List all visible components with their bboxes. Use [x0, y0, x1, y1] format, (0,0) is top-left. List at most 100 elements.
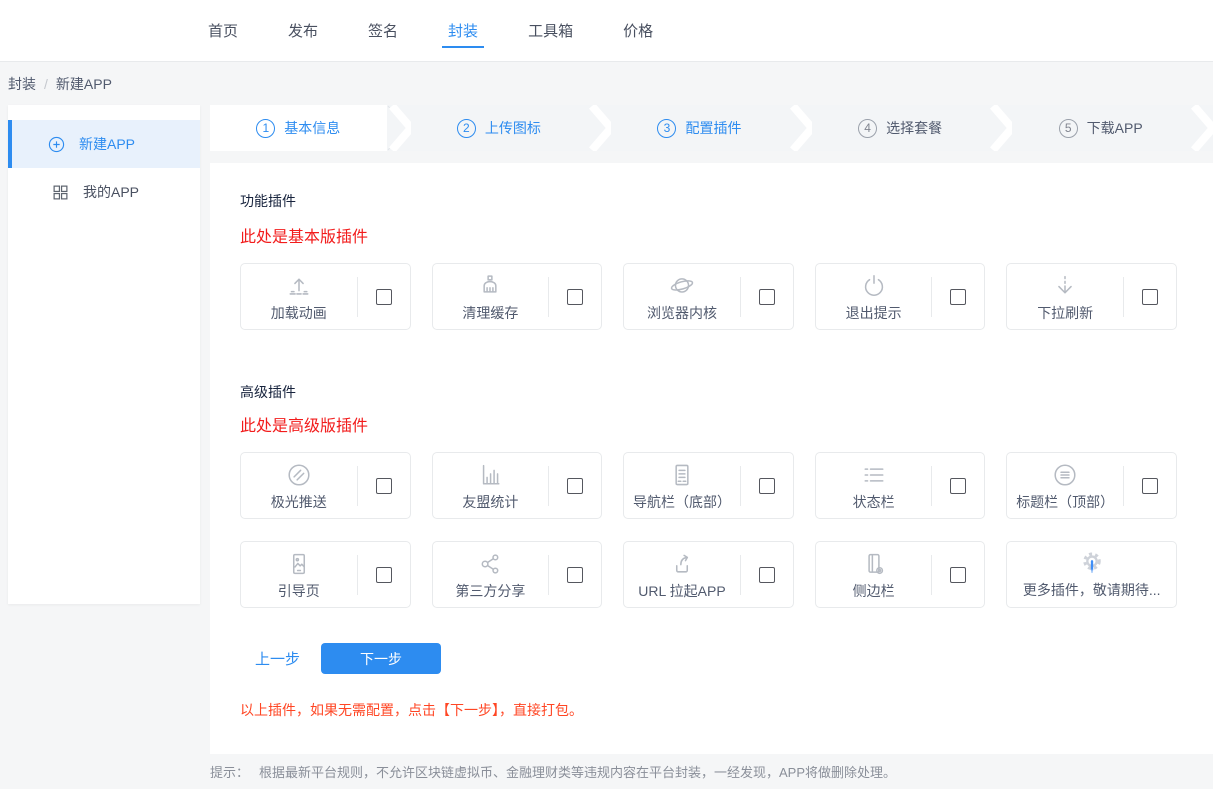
breadcrumb-package[interactable]: 封装	[8, 74, 36, 94]
step-number-badge: 1	[256, 119, 275, 138]
step-label: 配置插件	[685, 118, 741, 138]
basic-plugins-grid: 加载动画 清理缓存	[240, 263, 1177, 330]
nav-item-package[interactable]: 封装	[438, 0, 488, 61]
step-basic-info[interactable]: 1 基本信息	[210, 105, 387, 151]
plugin-card-browser-kernel[interactable]: 浏览器内核	[623, 263, 794, 330]
plugin-label: 标题栏（顶部）	[1016, 492, 1114, 512]
wizard-actions: 上一步 下一步	[240, 643, 1177, 674]
plugin-label: 清理缓存	[462, 303, 518, 323]
status-bar-icon	[860, 461, 888, 489]
plugin-card-status-bar[interactable]: 状态栏	[815, 452, 986, 519]
plugin-checkbox[interactable]	[1142, 478, 1158, 494]
step-download-app[interactable]: 5 下载APP	[1012, 105, 1189, 151]
plugin-checkbox[interactable]	[567, 567, 583, 583]
footer-text: 根据最新平台规则，不允许区块链虚拟币、金融理财类等违规内容在平台封装，一经发现，…	[259, 762, 896, 781]
step-chevron-icon	[587, 105, 611, 151]
basic-plugins-title: 功能插件	[240, 191, 1177, 211]
step-chevron-icon	[788, 105, 812, 151]
step-number-badge: 5	[1059, 119, 1078, 138]
plugin-checkbox[interactable]	[759, 289, 775, 305]
prev-step-link[interactable]: 上一步	[255, 648, 300, 669]
plugin-label: URL 拉起APP	[638, 581, 725, 601]
plugin-checkbox[interactable]	[950, 478, 966, 494]
breadcrumb: 封装 / 新建APP	[0, 62, 1213, 105]
top-navigation: 首页 发布 签名 封装 工具箱 价格	[0, 0, 1213, 62]
plugin-checkbox[interactable]	[1142, 289, 1158, 305]
plugin-label: 浏览器内核	[647, 303, 717, 323]
plugin-checkbox[interactable]	[950, 567, 966, 583]
step-configure-plugins[interactable]: 3 配置插件	[611, 105, 788, 151]
step-choose-plan[interactable]: 4 选择套餐	[812, 105, 989, 151]
step-label: 下载APP	[1087, 118, 1143, 138]
guide-page-icon	[285, 550, 313, 578]
plugin-card-clear-cache[interactable]: 清理缓存	[432, 263, 603, 330]
url-launch-icon	[668, 550, 696, 578]
exit-prompt-icon	[860, 272, 888, 300]
nav-item-home[interactable]: 首页	[198, 0, 248, 61]
step-number-badge: 2	[457, 119, 476, 138]
plugin-label: 导航栏（底部）	[633, 492, 731, 512]
plugin-card-umeng-stats[interactable]: 友盟统计	[432, 452, 603, 519]
bottom-navbar-icon	[668, 461, 696, 489]
plugin-card-loading-animation[interactable]: 加载动画	[240, 263, 411, 330]
grid-icon	[52, 184, 69, 201]
advanced-plugins-grid: 极光推送 友盟统计	[240, 452, 1177, 608]
plugin-card-url-launch[interactable]: URL 拉起APP	[623, 541, 794, 608]
step-chevron-icon	[988, 105, 1012, 151]
sidebar-item-new-app[interactable]: 新建APP	[8, 120, 200, 168]
top-titlebar-icon	[1051, 461, 1079, 489]
plugin-card-pull-refresh[interactable]: 下拉刷新	[1006, 263, 1177, 330]
nav-item-sign[interactable]: 签名	[358, 0, 408, 61]
loading-animation-icon	[285, 272, 313, 300]
sidebar-plugin-icon	[860, 550, 888, 578]
advanced-plugins-note: 此处是高级版插件	[240, 412, 1177, 436]
step-label: 上传图标	[485, 118, 541, 138]
plugin-checkbox[interactable]	[950, 289, 966, 305]
plugin-config-panel: 功能插件 此处是基本版插件 加载动画	[210, 163, 1213, 754]
sidebar-item-label: 新建APP	[79, 134, 135, 154]
step-wizard: 1 基本信息 2 上传图标 3 配置插件 4 选	[210, 105, 1213, 151]
plugin-card-third-party-share[interactable]: 第三方分享	[432, 541, 603, 608]
plugin-label: 友盟统计	[462, 492, 518, 512]
plugin-checkbox[interactable]	[376, 289, 392, 305]
step-chevron-icon	[387, 105, 411, 151]
plugin-card-guide-page[interactable]: 引导页	[240, 541, 411, 608]
plugin-label: 状态栏	[853, 492, 895, 512]
footer-prefix: 提示：	[210, 762, 249, 781]
step-number-badge: 4	[858, 119, 877, 138]
plugin-card-jpush[interactable]: 极光推送	[240, 452, 411, 519]
breadcrumb-new-app[interactable]: 新建APP	[56, 74, 112, 94]
plugin-label: 引导页	[278, 581, 320, 601]
sidebar-item-my-app[interactable]: 我的APP	[8, 168, 200, 216]
nav-item-pricing[interactable]: 价格	[613, 0, 663, 61]
plugin-checkbox[interactable]	[759, 567, 775, 583]
plugin-label: 加载动画	[271, 303, 327, 323]
plugin-checkbox[interactable]	[376, 478, 392, 494]
next-step-button[interactable]: 下一步	[321, 643, 441, 674]
clear-cache-icon	[476, 272, 504, 300]
plugin-checkbox[interactable]	[567, 289, 583, 305]
plugin-card-sidebar-plugin[interactable]: 侧边栏	[815, 541, 986, 608]
third-party-share-icon	[476, 550, 504, 578]
more-plugins-gear-icon	[1078, 549, 1106, 577]
step-number-badge: 3	[657, 119, 676, 138]
plugin-card-exit-prompt[interactable]: 退出提示	[815, 263, 986, 330]
nav-item-publish[interactable]: 发布	[278, 0, 328, 61]
jpush-icon	[285, 461, 313, 489]
browser-kernel-icon	[668, 272, 696, 300]
nav-item-toolbox[interactable]: 工具箱	[518, 0, 583, 61]
footer-disclaimer: 提示： 根据最新平台规则，不允许区块链虚拟币、金融理财类等违规内容在平台封装，一…	[0, 754, 1213, 781]
plugin-card-bottom-navbar[interactable]: 导航栏（底部）	[623, 452, 794, 519]
breadcrumb-separator: /	[44, 76, 48, 92]
plugin-checkbox[interactable]	[567, 478, 583, 494]
plugin-checkbox[interactable]	[759, 478, 775, 494]
plugin-card-more-plugins[interactable]: 更多插件，敬请期待...	[1006, 541, 1177, 608]
advanced-plugins-title: 高级插件	[240, 382, 1177, 402]
plugin-label: 退出提示	[846, 303, 902, 323]
plugin-label: 侧边栏	[853, 581, 895, 601]
plugin-card-top-titlebar[interactable]: 标题栏（顶部）	[1006, 452, 1177, 519]
step-upload-icon[interactable]: 2 上传图标	[411, 105, 588, 151]
sidebar: 新建APP 我的APP	[8, 105, 200, 604]
pull-refresh-icon	[1051, 272, 1079, 300]
plugin-checkbox[interactable]	[376, 567, 392, 583]
